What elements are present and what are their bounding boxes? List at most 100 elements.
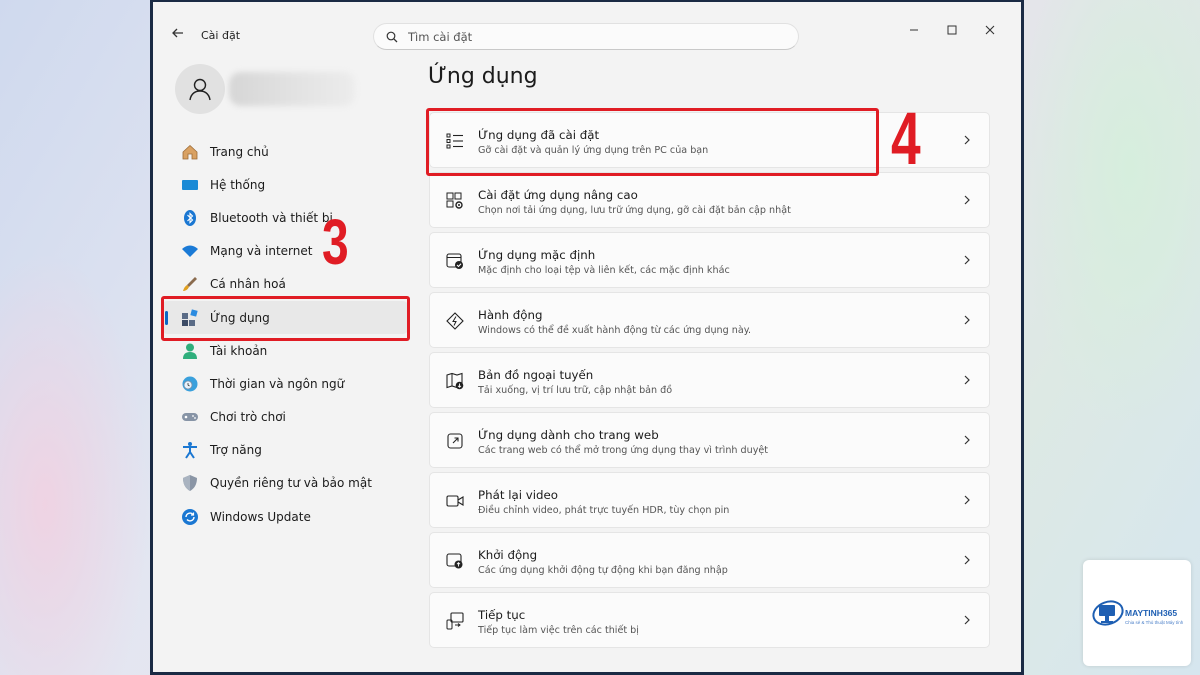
sidebar-item-label: Mạng và internet bbox=[210, 244, 313, 259]
sidebar-item-home[interactable]: Trang chủ bbox=[162, 135, 408, 168]
open-external-icon bbox=[447, 433, 463, 449]
card-title: Bản đồ ngoại tuyến bbox=[478, 368, 594, 382]
brush-icon bbox=[181, 275, 199, 293]
maximize-icon bbox=[947, 25, 957, 35]
app-title: Cài đặt bbox=[201, 29, 241, 42]
watermark-tagline: Chia sẻ & Thủ thuật Máy tính bbox=[1125, 620, 1184, 625]
watermark-brand: MAYTINH365 bbox=[1125, 608, 1178, 618]
card-apps-for-websites[interactable]: Ứng dụng dành cho trang web Các trang we… bbox=[429, 412, 990, 468]
maximize-button[interactable] bbox=[933, 16, 971, 44]
resume-icon bbox=[446, 612, 464, 630]
card-description: Các trang web có thể mở trong ứng dụng t… bbox=[478, 445, 769, 456]
sidebar-item-label: Cá nhân hoá bbox=[210, 277, 286, 292]
avatar[interactable] bbox=[175, 64, 225, 114]
video-icon bbox=[446, 495, 464, 507]
chevron-right-icon bbox=[964, 135, 970, 145]
shield-icon bbox=[181, 474, 199, 492]
card-offline-maps[interactable]: Bản đồ ngoại tuyến Tải xuống, vị trí lưu… bbox=[429, 352, 990, 408]
chevron-right-icon bbox=[964, 195, 970, 205]
search-input[interactable] bbox=[408, 29, 768, 44]
sidebar-item-label: Bluetooth và thiết bị bbox=[210, 210, 333, 225]
sidebar-item-label: Chơi trò chơi bbox=[210, 410, 286, 425]
chevron-right-icon bbox=[964, 495, 970, 505]
apps-gear-icon bbox=[446, 192, 463, 209]
sidebar-item-accounts[interactable]: Tài khoản bbox=[162, 334, 408, 367]
card-resume[interactable]: Tiếp tục Tiếp tục làm việc trên các thiế… bbox=[429, 592, 990, 648]
card-description: Tải xuống, vị trí lưu trữ, cập nhật bản … bbox=[478, 385, 673, 396]
sidebar-nav: Trang chủ Hệ thống Bluetooth và thiết bị… bbox=[162, 135, 408, 533]
list-icon bbox=[446, 133, 463, 149]
sidebar-item-label: Hệ thống bbox=[210, 177, 266, 192]
sidebar-item-bluetooth[interactable]: Bluetooth và thiết bị bbox=[162, 201, 408, 234]
back-button[interactable] bbox=[171, 26, 187, 42]
sidebar-item-time-language[interactable]: Thời gian và ngôn ngữ bbox=[162, 367, 408, 400]
step-number-4: 4 bbox=[891, 97, 921, 180]
card-startup[interactable]: Khởi động Các ứng dụng khởi động tự động… bbox=[429, 532, 990, 588]
sidebar-item-gaming[interactable]: Chơi trò chơi bbox=[162, 401, 408, 434]
chevron-right-icon bbox=[964, 255, 970, 265]
sidebar-item-apps[interactable]: Ứng dụng bbox=[162, 300, 408, 335]
watermark-logo: MAYTINH365 Chia sẻ & Thủ thuật Máy tính bbox=[1083, 560, 1191, 666]
close-button[interactable] bbox=[971, 16, 1009, 44]
monitor-logo-icon bbox=[1092, 600, 1124, 626]
card-title: Cài đặt ứng dụng nâng cao bbox=[478, 188, 638, 202]
globe-clock-icon bbox=[181, 375, 199, 393]
chevron-right-icon bbox=[964, 555, 970, 565]
sidebar-item-label: Trợ năng bbox=[210, 443, 262, 458]
card-description: Tiếp tục làm việc trên các thiết bị bbox=[478, 625, 639, 636]
card-title: Ứng dụng dành cho trang web bbox=[478, 428, 659, 442]
settings-card-list: Ứng dụng đã cài đặt Gỡ cài đặt và quản l… bbox=[429, 112, 990, 652]
settings-window: Cài đặt Trang chủ Hệ thống Bluetooth và bbox=[150, 0, 1024, 675]
update-icon bbox=[181, 508, 199, 526]
account-icon bbox=[181, 342, 199, 360]
wifi-icon bbox=[181, 242, 199, 260]
chevron-right-icon bbox=[964, 615, 970, 625]
card-title: Tiếp tục bbox=[478, 608, 526, 622]
card-description: Các ứng dụng khởi động tự động khi bạn đ… bbox=[478, 565, 728, 576]
apps-icon bbox=[181, 308, 199, 327]
startup-icon bbox=[446, 553, 463, 569]
card-title: Hành động bbox=[478, 308, 543, 322]
card-advanced-app-settings[interactable]: Cài đặt ứng dụng nâng cao Chọn nơi tải ứ… bbox=[429, 172, 990, 228]
chevron-right-icon bbox=[964, 375, 970, 385]
sidebar-item-personalization[interactable]: Cá nhân hoá bbox=[162, 268, 408, 301]
user-icon bbox=[189, 78, 211, 101]
sidebar-item-label: Windows Update bbox=[210, 509, 311, 524]
card-title: Khởi động bbox=[478, 548, 538, 562]
chevron-right-icon bbox=[964, 315, 970, 325]
profile-name-blurred bbox=[229, 72, 355, 106]
default-apps-icon bbox=[446, 253, 463, 269]
sidebar-item-label: Trang chủ bbox=[210, 144, 269, 159]
close-icon bbox=[985, 25, 995, 35]
minimize-icon bbox=[910, 29, 918, 31]
sidebar-item-accessibility[interactable]: Trợ năng bbox=[162, 434, 408, 467]
card-video-playback[interactable]: Phát lại video Điều chỉnh video, phát tr… bbox=[429, 472, 990, 528]
home-icon bbox=[181, 143, 199, 161]
sidebar-item-privacy[interactable]: Quyền riêng tư và bảo mật bbox=[162, 467, 408, 500]
step-number-3: 3 bbox=[322, 206, 349, 278]
card-title: Phát lại video bbox=[478, 488, 558, 502]
title-bar: Cài đặt bbox=[153, 2, 1021, 54]
sidebar-item-network[interactable]: Mạng và internet bbox=[162, 235, 408, 268]
minimize-button[interactable] bbox=[895, 16, 933, 44]
accessibility-icon bbox=[181, 441, 199, 459]
card-description: Điều chỉnh video, phát trực tuyến HDR, t… bbox=[478, 505, 730, 516]
sidebar-item-label: Quyền riêng tư và bảo mật bbox=[210, 476, 372, 491]
display-icon bbox=[181, 176, 199, 194]
action-icon bbox=[446, 312, 464, 330]
sidebar-item-windows-update[interactable]: Windows Update bbox=[162, 500, 408, 533]
card-title: Ứng dụng đã cài đặt bbox=[478, 128, 600, 142]
card-default-apps[interactable]: Ứng dụng mặc định Mặc định cho loại tệp … bbox=[429, 232, 990, 288]
search-box[interactable] bbox=[373, 23, 799, 50]
sidebar-item-label: Thời gian và ngôn ngữ bbox=[210, 376, 345, 391]
card-description: Mặc định cho loại tệp và liên kết, các m… bbox=[478, 265, 730, 276]
card-description: Gỡ cài đặt và quản lý ứng dụng trên PC c… bbox=[478, 145, 709, 156]
sidebar-item-label: Ứng dụng bbox=[210, 310, 270, 325]
bluetooth-icon bbox=[181, 209, 199, 227]
card-actions[interactable]: Hành động Windows có thể đề xuất hành độ… bbox=[429, 292, 990, 348]
card-description: Windows có thể đề xuất hành động từ các … bbox=[478, 325, 752, 336]
search-icon bbox=[386, 31, 398, 42]
gamepad-icon bbox=[181, 408, 199, 426]
chevron-right-icon bbox=[964, 435, 970, 445]
sidebar-item-system[interactable]: Hệ thống bbox=[162, 168, 408, 201]
